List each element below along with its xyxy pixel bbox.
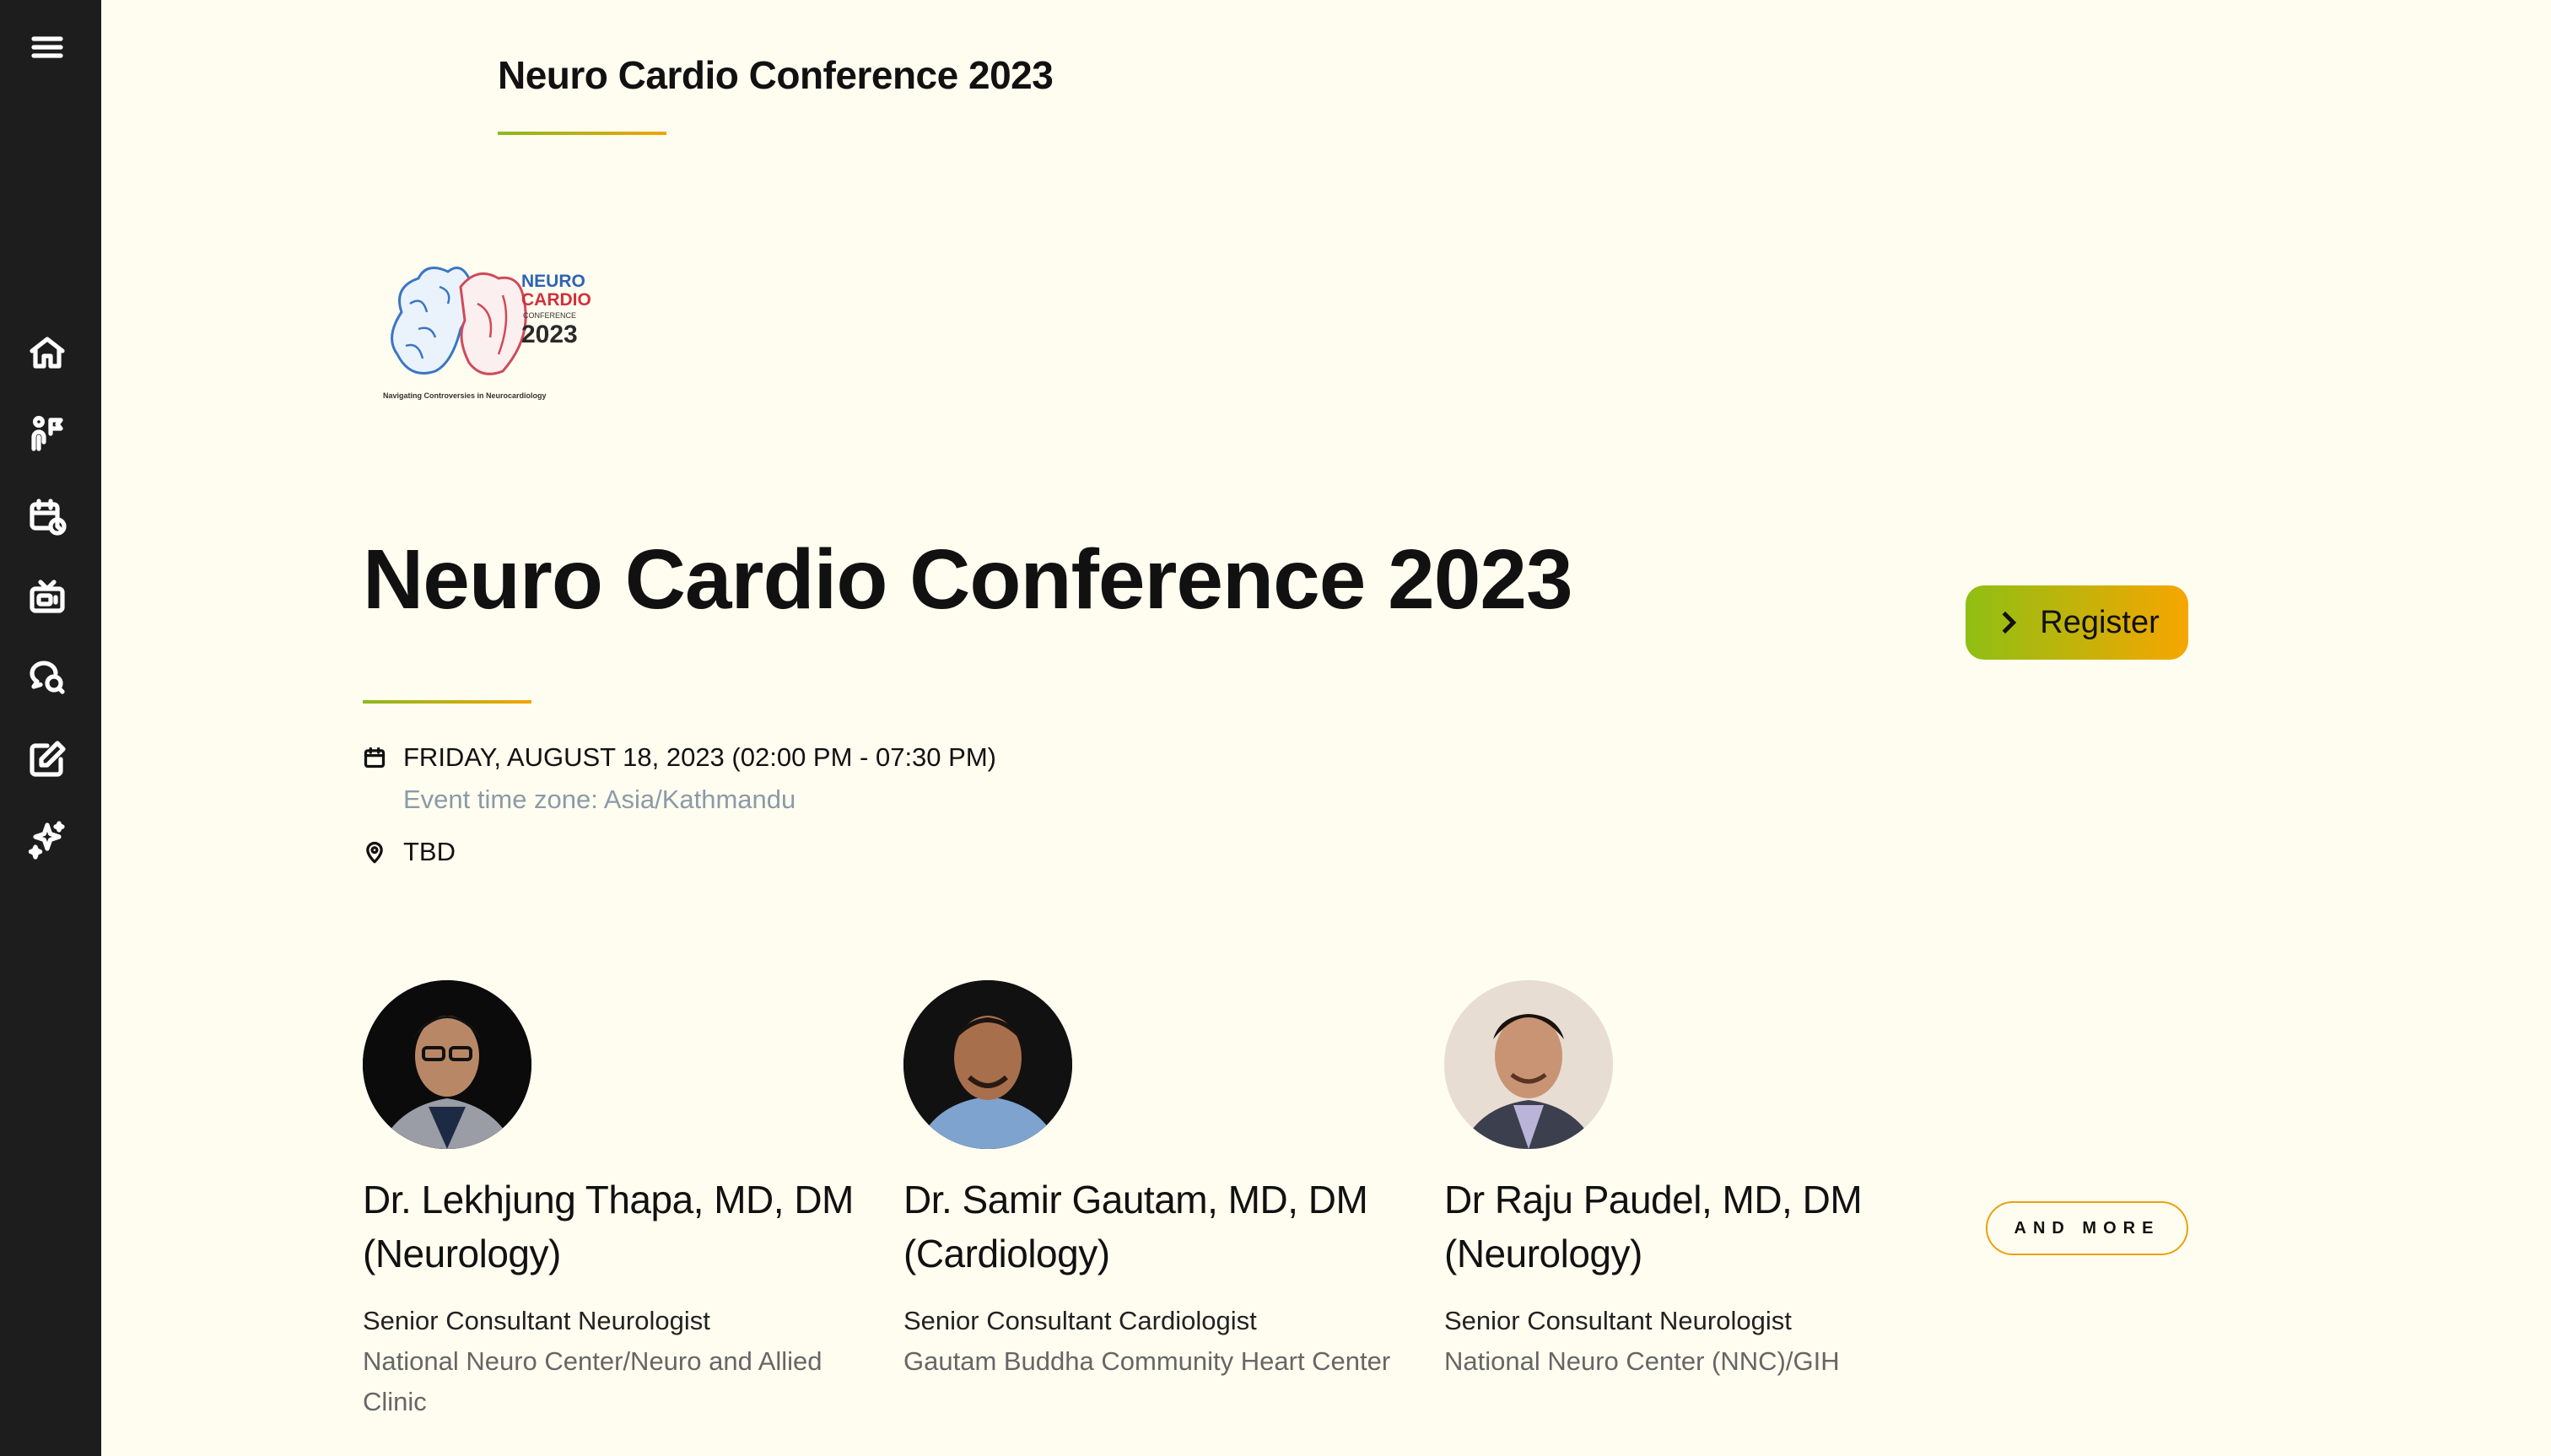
chevron-right-icon xyxy=(2002,611,2017,634)
event-location: TBD xyxy=(403,837,456,866)
menu-button[interactable] xyxy=(17,17,78,78)
logo-tagline: Navigating Controversies in Neurocardiol… xyxy=(383,391,547,400)
speaker-role: Senior Consultant Neurologist xyxy=(1444,1306,1792,1335)
speaker-organization: Gautam Buddha Community Heart Center xyxy=(903,1346,1391,1376)
speaker-card[interactable]: Dr. Lekhjung Thapa, MD, DM (Neurology) S… xyxy=(363,980,886,1422)
speaker-role: Senior Consultant Cardiologist xyxy=(903,1306,1257,1335)
conference-logo: NEURO CARDIO CONFERENCE 2023 Navigating … xyxy=(376,253,604,405)
edit-icon xyxy=(30,741,66,777)
page-title: Neuro Cardio Conference 2023 xyxy=(363,532,1573,627)
calendar-icon xyxy=(364,747,386,768)
speaker-organization: National Neuro Center (NNC)/GIH xyxy=(1444,1346,1840,1376)
speaker-card[interactable]: Dr. Samir Gautam, MD, DM (Cardiology) Se… xyxy=(903,980,1427,1382)
speaker-organization: National Neuro Center/Neuro and Allied C… xyxy=(363,1346,822,1416)
tv-icon xyxy=(30,580,65,613)
sidebar-item-schedule[interactable] xyxy=(17,486,78,547)
sidebar-item-highlights[interactable] xyxy=(17,810,78,871)
register-button[interactable]: Register xyxy=(1966,585,2188,660)
sidebar-item-live[interactable] xyxy=(17,567,78,628)
home-icon xyxy=(30,337,65,369)
speaker-name-line2: (Neurology) xyxy=(363,1232,561,1275)
speaker-avatar xyxy=(363,980,531,1149)
event-timezone: Event time zone: Asia/Kathmandu xyxy=(403,785,796,814)
speaker-name: Dr Raju Paudel, MD, DM (Neurology) xyxy=(1444,1173,1967,1281)
speakers-icon xyxy=(31,415,63,451)
event-date: FRIDAY, AUGUST 18, 2023 (02:00 PM - 07:3… xyxy=(403,742,996,772)
sidebar-item-discussions[interactable] xyxy=(17,648,78,709)
speaker-avatar xyxy=(1444,980,1613,1149)
speaker-name: Dr. Lekhjung Thapa, MD, DM (Neurology) xyxy=(363,1173,886,1281)
logo-line1: NEURO xyxy=(521,272,585,291)
event-location-row: TBD xyxy=(363,837,456,867)
speaker-card[interactable]: Dr Raju Paudel, MD, DM (Neurology) Senio… xyxy=(1444,980,1967,1382)
title-underline xyxy=(363,700,531,704)
register-label: Register xyxy=(2040,604,2160,640)
speaker-name-line1: Dr Raju Paudel, MD, DM xyxy=(1444,1178,1863,1221)
speaker-name-line2: (Neurology) xyxy=(1444,1232,1642,1275)
speaker-name-line1: Dr. Lekhjung Thapa, MD, DM xyxy=(363,1178,854,1221)
sidebar-item-notes[interactable] xyxy=(17,729,78,790)
header-underline xyxy=(498,132,666,135)
sidebar-item-home[interactable] xyxy=(17,322,78,383)
schedule-icon xyxy=(30,499,67,536)
discussion-icon xyxy=(30,661,65,694)
speaker-avatar xyxy=(903,980,1072,1149)
sidebar xyxy=(0,0,101,1456)
location-pin-icon xyxy=(366,841,383,864)
and-more-button[interactable]: AND MORE xyxy=(1986,1201,2188,1255)
sidebar-item-speakers[interactable] xyxy=(17,403,78,464)
logo-year: 2023 xyxy=(521,321,578,348)
event-date-row: FRIDAY, AUGUST 18, 2023 (02:00 PM - 07:3… xyxy=(363,742,996,773)
logo-line3: CONFERENCE xyxy=(523,311,576,320)
speaker-name: Dr. Samir Gautam, MD, DM (Cardiology) xyxy=(903,1173,1427,1281)
menu-icon xyxy=(31,36,63,58)
speaker-name-line1: Dr. Samir Gautam, MD, DM xyxy=(903,1178,1368,1221)
logo-line2: CARDIO xyxy=(521,290,591,310)
sparkles-icon xyxy=(28,821,65,860)
speaker-role: Senior Consultant Neurologist xyxy=(363,1306,710,1335)
speaker-name-line2: (Cardiology) xyxy=(903,1232,1110,1275)
header-title: Neuro Cardio Conference 2023 xyxy=(498,53,1054,97)
